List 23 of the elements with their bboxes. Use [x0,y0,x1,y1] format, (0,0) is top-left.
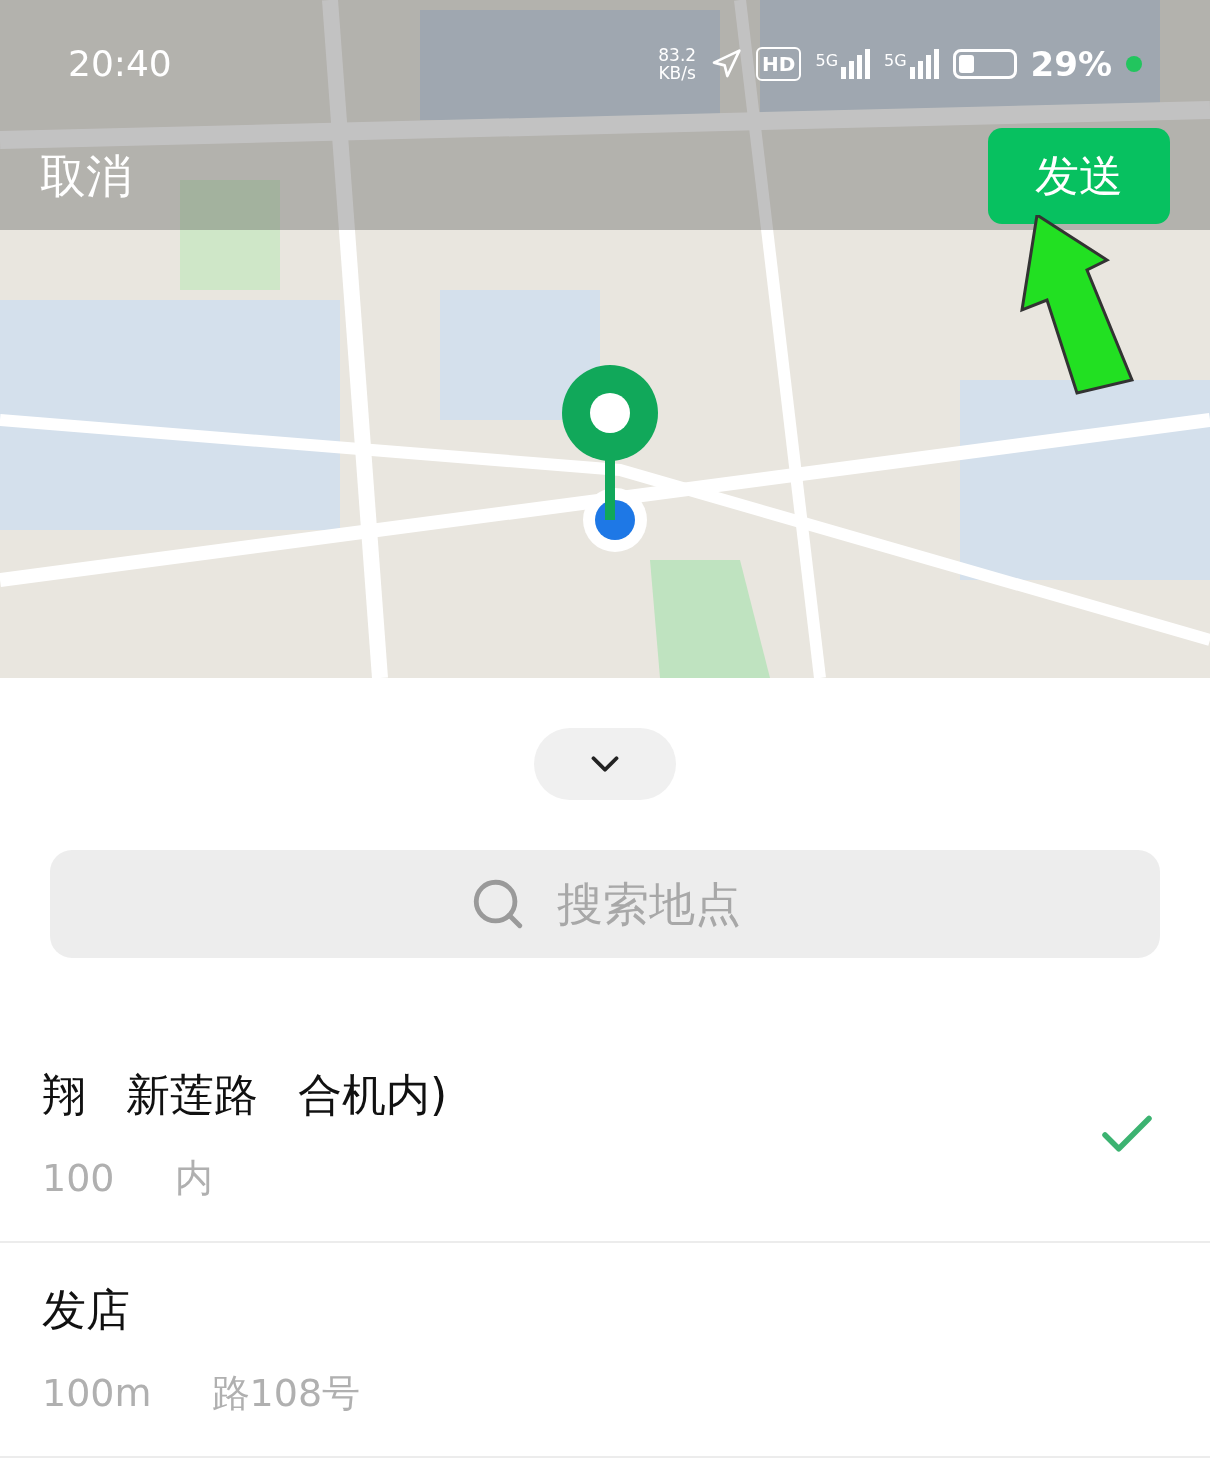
search-placeholder: 搜索地点 [557,875,741,933]
battery-icon [952,49,1017,79]
place-name: 合机内) [298,1068,448,1122]
send-button[interactable]: 发送 [988,128,1170,224]
battery-percent: 29% [1030,42,1112,86]
location-arrow-icon [710,48,743,80]
place-item[interactable]: 翔 新莲路 合机内) 100 内 [0,1028,1210,1243]
search-field[interactable]: 搜索地点 [50,850,1160,958]
place-address: 100 [42,1155,115,1202]
place-address: 内 [174,1155,213,1202]
place-address: 路108号 [211,1370,361,1417]
status-time: 20:40 [68,42,172,86]
place-name: 翔 [42,1068,86,1122]
place-item[interactable]: 发店 100m 路108号 [0,1243,1210,1458]
hd-badge: HD [756,47,802,81]
place-address: 100m [42,1370,152,1417]
place-name: 发店 [42,1283,130,1337]
cancel-button[interactable]: 取消 [40,141,132,211]
network-speed: 83.2 KB/s [658,46,697,82]
cellular-signal: 5G [815,49,871,79]
cellular-signal: 5G [884,49,939,79]
place-name: 新莲路 [126,1068,258,1122]
location-pin-icon [560,365,660,555]
